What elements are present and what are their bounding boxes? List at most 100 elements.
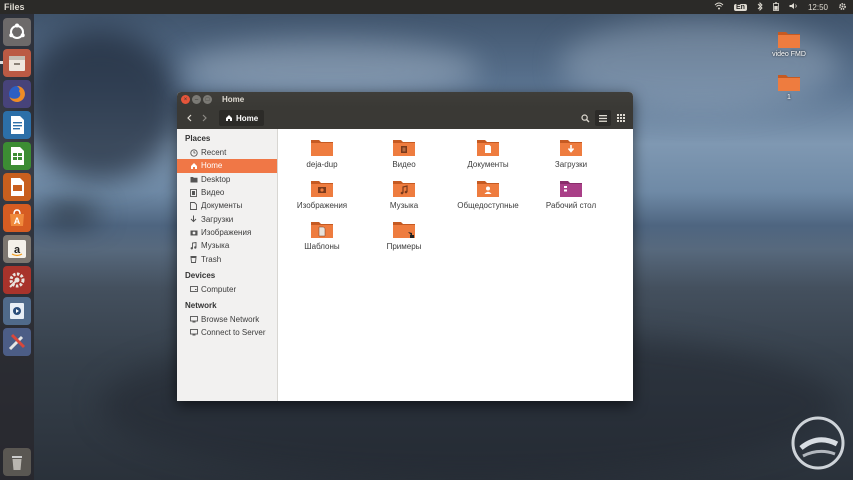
server-icon (189, 328, 198, 337)
breadcrumb-home[interactable]: Home (219, 110, 265, 126)
software-center-icon[interactable]: A (3, 204, 31, 232)
tweak-tool-icon[interactable] (3, 328, 31, 356)
file-label: Загрузки (554, 160, 588, 169)
music-icon (189, 241, 198, 250)
sidebar-item-desktop[interactable]: Desktop (177, 173, 277, 186)
search-icon (580, 113, 589, 122)
sidebar-item-label: Изображения (201, 227, 252, 237)
file-item[interactable]: Документы (453, 138, 523, 169)
battery-icon[interactable] (773, 1, 779, 13)
file-item[interactable]: Общедоступные (453, 179, 523, 210)
file-label: deja-dup (306, 160, 338, 169)
toolbar: Home (177, 107, 633, 129)
calc-icon[interactable] (3, 142, 31, 170)
impress-icon[interactable] (3, 173, 31, 201)
bluetooth-icon[interactable] (757, 1, 763, 13)
folder-icon (189, 175, 198, 184)
sidebar-item-documents[interactable]: Документы (177, 199, 277, 212)
documents-folder-icon (476, 138, 500, 157)
file-item[interactable]: Изображения (287, 179, 357, 210)
files-icon[interactable] (3, 49, 31, 77)
trash-icon (189, 255, 198, 264)
sidebar-item-label: Музыка (201, 241, 230, 251)
file-label: Рабочий стол (545, 201, 597, 210)
drive-icon (189, 285, 198, 294)
ubuntu-dash-icon[interactable] (3, 18, 31, 46)
svg-text:A: A (14, 216, 21, 226)
sidebar-item-recent[interactable]: Recent (177, 146, 277, 159)
file-label: Видео (392, 160, 416, 169)
film-icon (189, 188, 198, 197)
folder-icon (777, 72, 801, 92)
forward-button[interactable] (197, 110, 213, 126)
breadcrumb-label: Home (236, 113, 259, 123)
wifi-icon[interactable] (714, 2, 724, 12)
file-label: Изображения (296, 201, 348, 210)
svg-text:a: a (14, 244, 21, 256)
camera-icon (189, 228, 198, 237)
file-item[interactable]: Примеры (369, 220, 439, 251)
desktop-icon-label: video FMD (772, 51, 806, 58)
list-view-button[interactable] (595, 110, 611, 126)
app-name: Files (4, 2, 25, 12)
system-settings-icon[interactable] (3, 266, 31, 294)
file-view: deja-dup Видео Документы Загрузки Изобра… (278, 129, 633, 401)
desktop-folder-icon (559, 179, 583, 198)
sidebar-item-pictures[interactable]: Изображения (177, 226, 277, 239)
files-window: × – □ Home Home Places Recent Home Deskt… (177, 92, 633, 401)
sidebar-item-label: Desktop (201, 174, 231, 184)
network-icon (189, 315, 198, 324)
indicator-area: En 12:50 (714, 0, 847, 14)
sidebar-item-downloads[interactable]: Загрузки (177, 212, 277, 225)
maximize-button[interactable]: □ (203, 95, 212, 104)
keyboard-layout-indicator[interactable]: En (734, 3, 747, 11)
file-item[interactable]: deja-dup (287, 138, 357, 169)
chevron-left-icon (187, 114, 192, 122)
sidebar-item-music[interactable]: Музыка (177, 239, 277, 252)
sidebar-item-label: Browse Network (201, 315, 260, 325)
sidebar-item-computer[interactable]: Computer (177, 283, 277, 296)
file-item[interactable]: Видео (369, 138, 439, 169)
examples-folder-icon (392, 220, 416, 239)
sidebar-item-video[interactable]: Видео (177, 186, 277, 199)
sidebar-item-connect-server[interactable]: Connect to Server (177, 326, 277, 339)
video-player-icon[interactable] (3, 297, 31, 325)
trash-icon[interactable] (3, 448, 31, 476)
sidebar-item-label: Документы (201, 201, 243, 211)
close-button[interactable]: × (181, 95, 190, 104)
sidebar-item-home[interactable]: Home (177, 159, 277, 173)
pictures-folder-icon (310, 179, 334, 198)
grid-view-button[interactable] (613, 110, 629, 126)
settings-gear-icon[interactable] (838, 2, 847, 13)
desktop-folder-1[interactable]: 1 (764, 72, 814, 101)
back-button[interactable] (181, 110, 197, 126)
file-label: Музыка (389, 201, 419, 210)
amazon-icon[interactable]: a (3, 235, 31, 263)
sidebar-item-label: Connect to Server (201, 328, 266, 338)
chevron-right-icon (202, 114, 207, 122)
home-icon (189, 161, 198, 170)
file-label: Документы (467, 160, 509, 169)
sidebar-item-trash[interactable]: Trash (177, 252, 277, 265)
music-folder-icon (392, 179, 416, 198)
file-item[interactable]: Рабочий стол (536, 179, 606, 210)
firefox-icon[interactable] (3, 80, 31, 108)
minimize-button[interactable]: – (192, 95, 201, 104)
videos-folder-icon (392, 138, 416, 157)
downloads-folder-icon (559, 138, 583, 157)
templates-folder-icon (310, 220, 334, 239)
file-item[interactable]: Загрузки (536, 138, 606, 169)
search-button[interactable] (577, 110, 593, 126)
file-item[interactable]: Шаблоны (287, 220, 357, 251)
clock-icon (189, 148, 198, 157)
desktop-folder-video-fmd[interactable]: video FMD (764, 29, 814, 58)
clock[interactable]: 12:50 (808, 3, 828, 12)
desktop-icon-label: 1 (787, 94, 791, 101)
watermark-logo (789, 414, 847, 472)
writer-icon[interactable] (3, 111, 31, 139)
sidebar-item-browse-network[interactable]: Browse Network (177, 313, 277, 326)
volume-icon[interactable] (789, 2, 798, 12)
window-titlebar[interactable]: × – □ Home (177, 92, 633, 107)
sidebar-item-label: Загрузки (201, 214, 234, 224)
file-item[interactable]: Музыка (369, 179, 439, 210)
